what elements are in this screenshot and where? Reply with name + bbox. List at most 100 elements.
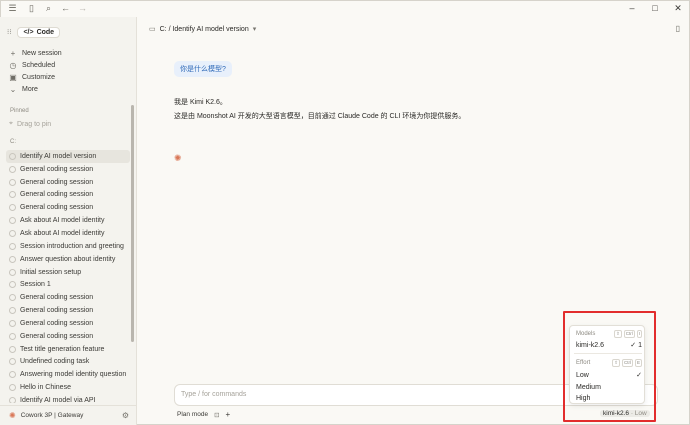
session-status-icon — [9, 281, 16, 289]
session-status-icon — [9, 268, 16, 276]
session-item[interactable]: Identify AI model via API — [6, 394, 130, 403]
pin-icon: ⌖ — [9, 120, 13, 127]
session-item[interactable]: Undefined coding task — [6, 356, 130, 369]
user-message: 你是什么模型? — [174, 61, 232, 77]
session-label: General coding session — [20, 165, 94, 173]
panel-toggle-icon[interactable]: ▯ — [676, 24, 680, 33]
new-session-button[interactable]: + New session — [9, 48, 62, 59]
minimize-icon[interactable]: – — [626, 3, 638, 14]
session-item[interactable]: Answering model identity question — [6, 368, 130, 381]
chevron-down-icon: ⌄ — [9, 85, 17, 94]
plus-icon: + — [10, 49, 16, 58]
session-label: Answering model identity question — [20, 371, 127, 379]
session-label: General coding session — [20, 178, 94, 186]
session-label: General coding session — [20, 204, 94, 212]
session-status-icon — [9, 319, 16, 327]
clock-icon: ◷ — [9, 61, 17, 70]
session-label: Test title generation feature — [20, 345, 105, 353]
session-item[interactable]: General coding session — [6, 291, 130, 304]
session-status-icon — [9, 345, 16, 353]
session-label: Ask about AI model identity — [20, 217, 105, 225]
session-status-icon — [9, 152, 16, 160]
session-item[interactable]: Answer question about identity — [6, 253, 130, 266]
session-label: Identify AI model version — [20, 152, 97, 160]
session-item[interactable]: Identify AI model version — [6, 150, 130, 163]
session-label: General coding session — [20, 307, 94, 315]
session-label: Identify AI model via API — [20, 396, 96, 403]
close-icon[interactable]: ✕ — [672, 3, 684, 14]
thinking-spark-icon: ✺ — [174, 153, 182, 163]
session-status-icon — [9, 242, 16, 250]
session-item[interactable]: Initial session setup — [6, 266, 130, 279]
code-mode-button[interactable]: </> Code — [17, 26, 61, 38]
session-item[interactable]: General coding session — [6, 176, 130, 189]
attach-icon[interactable]: ⊡ — [214, 411, 219, 419]
sidebar-footer: ✺ Cowork 3P | Gateway ⚙ — [0, 405, 136, 425]
plan-mode-button[interactable]: Plan mode — [177, 411, 208, 418]
add-icon[interactable]: + — [226, 410, 231, 419]
mode-switcher: ⁝⁝ </> Code — [7, 26, 61, 38]
session-item[interactable]: Hello in Chinese — [6, 381, 130, 394]
session-status-icon — [9, 178, 16, 186]
session-item[interactable]: General coding session — [6, 304, 130, 317]
sidebar-scrollbar[interactable] — [131, 105, 134, 342]
session-label: Session introduction and greeting — [20, 242, 124, 250]
code-icon: </> — [23, 28, 34, 36]
scheduled-button[interactable]: ◷ Scheduled — [9, 60, 56, 71]
menu-icon[interactable]: ☰ — [7, 3, 18, 14]
folder-icon: ▭ — [149, 26, 156, 33]
drag-to-pin-zone[interactable]: ⌖ Drag to pin — [9, 120, 51, 128]
session-item[interactable]: General coding session — [6, 163, 130, 176]
session-label: General coding session — [20, 332, 94, 340]
search-icon[interactable]: ⌕ — [43, 3, 54, 14]
session-item[interactable]: Test title generation feature — [6, 343, 130, 356]
session-label: Ask about AI model identity — [20, 229, 105, 237]
session-label: Answer question about identity — [20, 255, 116, 263]
more-button[interactable]: ⌄ More — [9, 84, 38, 95]
title-bar: ☰ ▯ ⌕ ← → – □ ✕ — [0, 0, 690, 17]
pinned-heading: Pinned — [10, 108, 29, 114]
session-item[interactable]: Session introduction and greeting — [6, 240, 130, 253]
session-status-icon — [9, 229, 16, 237]
chat-mode-icon[interactable]: ⁝⁝ — [7, 28, 11, 36]
session-item[interactable]: Session 1 — [6, 278, 130, 291]
composer-toolbar: Plan mode ⊡ + — [177, 410, 230, 419]
session-status-icon — [9, 371, 16, 379]
session-item[interactable]: General coding session — [6, 201, 130, 214]
session-status-icon — [9, 307, 16, 315]
back-icon[interactable]: ← — [60, 3, 71, 14]
sidebar-toggle-icon[interactable]: ▯ — [26, 3, 37, 14]
sidebar: ⁝⁝ </> Code + New session ◷ Scheduled ▣ … — [0, 17, 137, 425]
customize-button[interactable]: ▣ Customize — [9, 72, 55, 83]
breadcrumb[interactable]: ▭ C: / Identify AI model version ▾ — [149, 25, 257, 34]
annotation-highlight-box — [563, 311, 656, 422]
session-label: General coding session — [20, 294, 94, 302]
session-label: Initial session setup — [20, 268, 82, 276]
gear-icon[interactable]: ⚙ — [122, 411, 129, 420]
group-heading: C: — [10, 139, 16, 145]
session-status-icon — [9, 217, 16, 225]
session-label: Session 1 — [20, 281, 51, 289]
session-list: Identify AI model version General coding … — [6, 150, 130, 403]
session-status-icon — [9, 204, 16, 212]
session-status-icon — [9, 396, 16, 403]
session-item[interactable]: Ask about AI model identity — [6, 227, 130, 240]
session-label: General coding session — [20, 191, 94, 199]
session-item[interactable]: General coding session — [6, 330, 130, 343]
session-status-icon — [9, 294, 16, 302]
session-status-icon — [9, 191, 16, 199]
session-status-icon — [9, 332, 16, 340]
forward-icon[interactable]: → — [77, 3, 88, 14]
maximize-icon[interactable]: □ — [649, 3, 661, 14]
chevron-down-icon: ▾ — [252, 26, 257, 33]
briefcase-icon: ▣ — [9, 73, 17, 82]
session-label: General coding session — [20, 319, 94, 327]
session-item[interactable]: Ask about AI model identity — [6, 214, 130, 227]
session-item[interactable]: General coding session — [6, 189, 130, 202]
workspace-label[interactable]: Cowork 3P | Gateway — [21, 412, 84, 419]
session-item[interactable]: General coding session — [6, 317, 130, 330]
brand-icon: ✺ — [9, 411, 16, 420]
session-status-icon — [9, 255, 16, 263]
session-status-icon — [9, 384, 16, 392]
session-status-icon — [9, 165, 16, 173]
